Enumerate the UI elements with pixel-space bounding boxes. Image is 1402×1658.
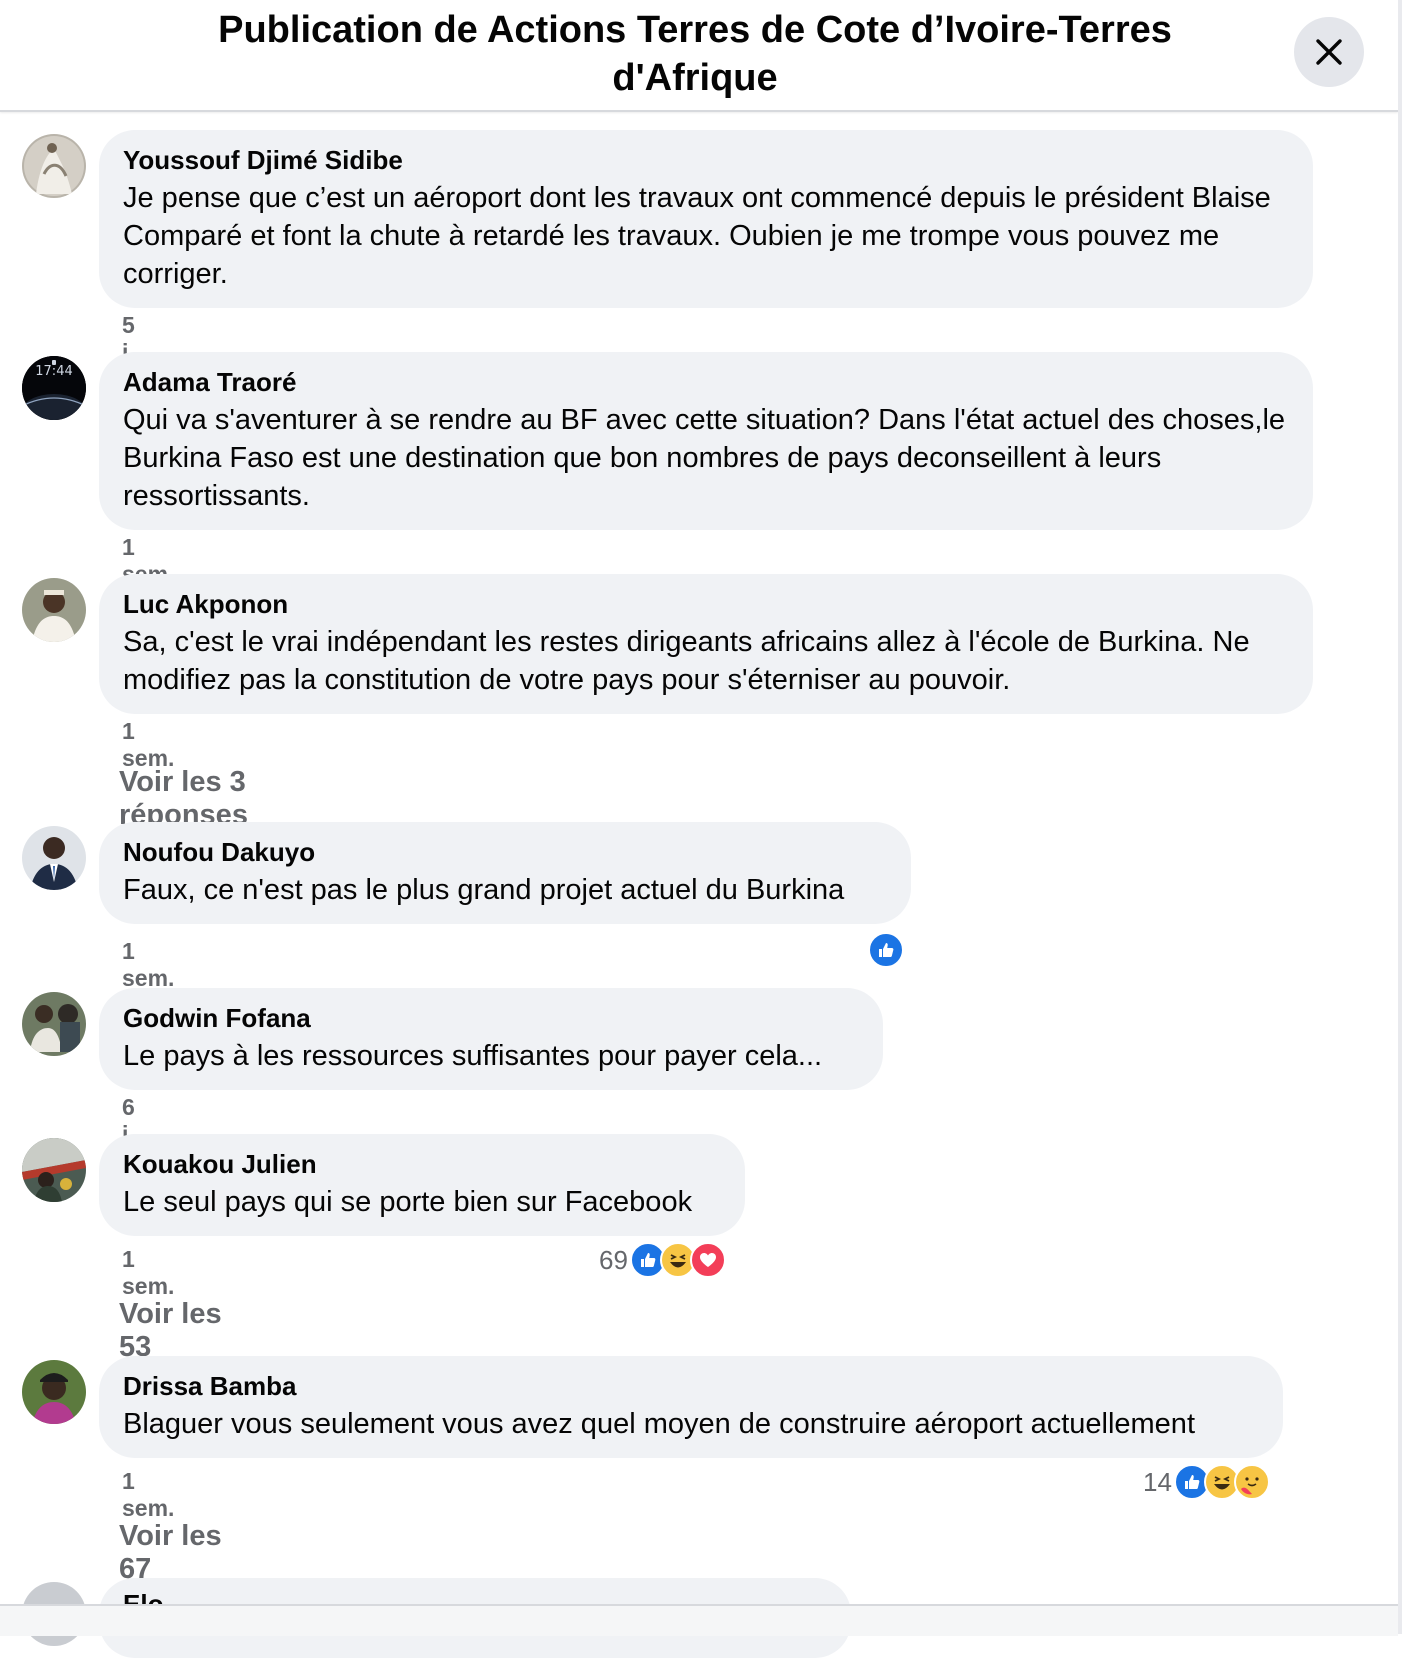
comment-text: Le pays à les ressources suffisantes pou… (123, 1040, 823, 1072)
scrollbar-track[interactable] (1398, 0, 1402, 1634)
love-reaction-icon (689, 1242, 726, 1278)
comment-time[interactable]: 1 sem. (122, 1246, 174, 1300)
comment-text: Qui va s'aventurer à se rendre au BF ave… (123, 404, 1286, 512)
avatar[interactable]: 17:44 (22, 356, 86, 420)
close-icon (1316, 39, 1342, 65)
comment-bubble[interactable]: Adama Traoré Qui va s'aventurer à se ren… (99, 352, 1313, 530)
reaction-summary[interactable]: 69 (599, 1242, 726, 1278)
comment-bubble[interactable]: Drissa Bamba Blaguer vous seulement vous… (99, 1356, 1283, 1458)
reaction-summary[interactable] (868, 932, 904, 968)
comment-text: Blaguer vous seulement vous avez quel mo… (123, 1408, 1195, 1440)
comment-bubble[interactable]: Godwin Fofana Le pays à les ressources s… (99, 988, 883, 1090)
comment-time[interactable]: 1 sem. (122, 938, 174, 992)
comment-time[interactable]: 1 sem. (122, 718, 174, 772)
comment-text: Sa, c'est le vrai indépendant les restes… (123, 626, 1250, 696)
comment-text: Je pense que c’est un aéroport dont les … (123, 182, 1271, 290)
comment-author[interactable]: Godwin Fofana (123, 1002, 859, 1034)
comment-author[interactable]: Luc Akponon (123, 588, 1289, 620)
avatar[interactable] (22, 826, 86, 890)
comment-author[interactable]: Adama Traoré (123, 366, 1289, 398)
comment-bubble[interactable]: Youssouf Djimé Sidibe Je pense que c’est… (99, 130, 1313, 308)
close-button[interactable] (1294, 17, 1364, 87)
avatar[interactable] (22, 1360, 86, 1424)
comment-author[interactable]: Kouakou Julien (123, 1148, 721, 1180)
comment-text: Le seul pays qui se porte bien sur Faceb… (123, 1186, 693, 1218)
comment-author[interactable]: Drissa Bamba (123, 1370, 1259, 1402)
avatar[interactable] (22, 992, 86, 1056)
comment-text: Faux, ce n'est pas le plus grand projet … (123, 874, 845, 906)
comment-bubble[interactable]: Noufou Dakuyo Faux, ce n'est pas le plus… (99, 822, 911, 924)
avatar[interactable] (22, 578, 86, 642)
comment-author[interactable]: Youssouf Djimé Sidibe (123, 144, 1289, 176)
comment-time[interactable]: 1 sem. (122, 1468, 174, 1522)
avatar[interactable] (22, 134, 86, 198)
like-reaction-icon (868, 932, 904, 968)
dialog-header: Publication de Actions Terres de Cote d’… (0, 0, 1398, 112)
reaction-summary[interactable]: 14 (1143, 1464, 1270, 1500)
reaction-count: 14 (1143, 1466, 1172, 1497)
avatar-clock: 17:44 (35, 364, 72, 379)
care-reaction-icon (1233, 1464, 1270, 1500)
comment-author[interactable]: Noufou Dakuyo (123, 836, 887, 868)
comment-bubble[interactable]: Luc Akponon Sa, c'est le vrai indépendan… (99, 574, 1313, 714)
bottom-bar (0, 1604, 1398, 1636)
page-title: Publication de Actions Terres de Cote d’… (218, 9, 1172, 99)
avatar[interactable] (22, 1138, 86, 1202)
reaction-count: 69 (599, 1244, 628, 1275)
comment-bubble[interactable]: Kouakou Julien Le seul pays qui se porte… (99, 1134, 745, 1236)
